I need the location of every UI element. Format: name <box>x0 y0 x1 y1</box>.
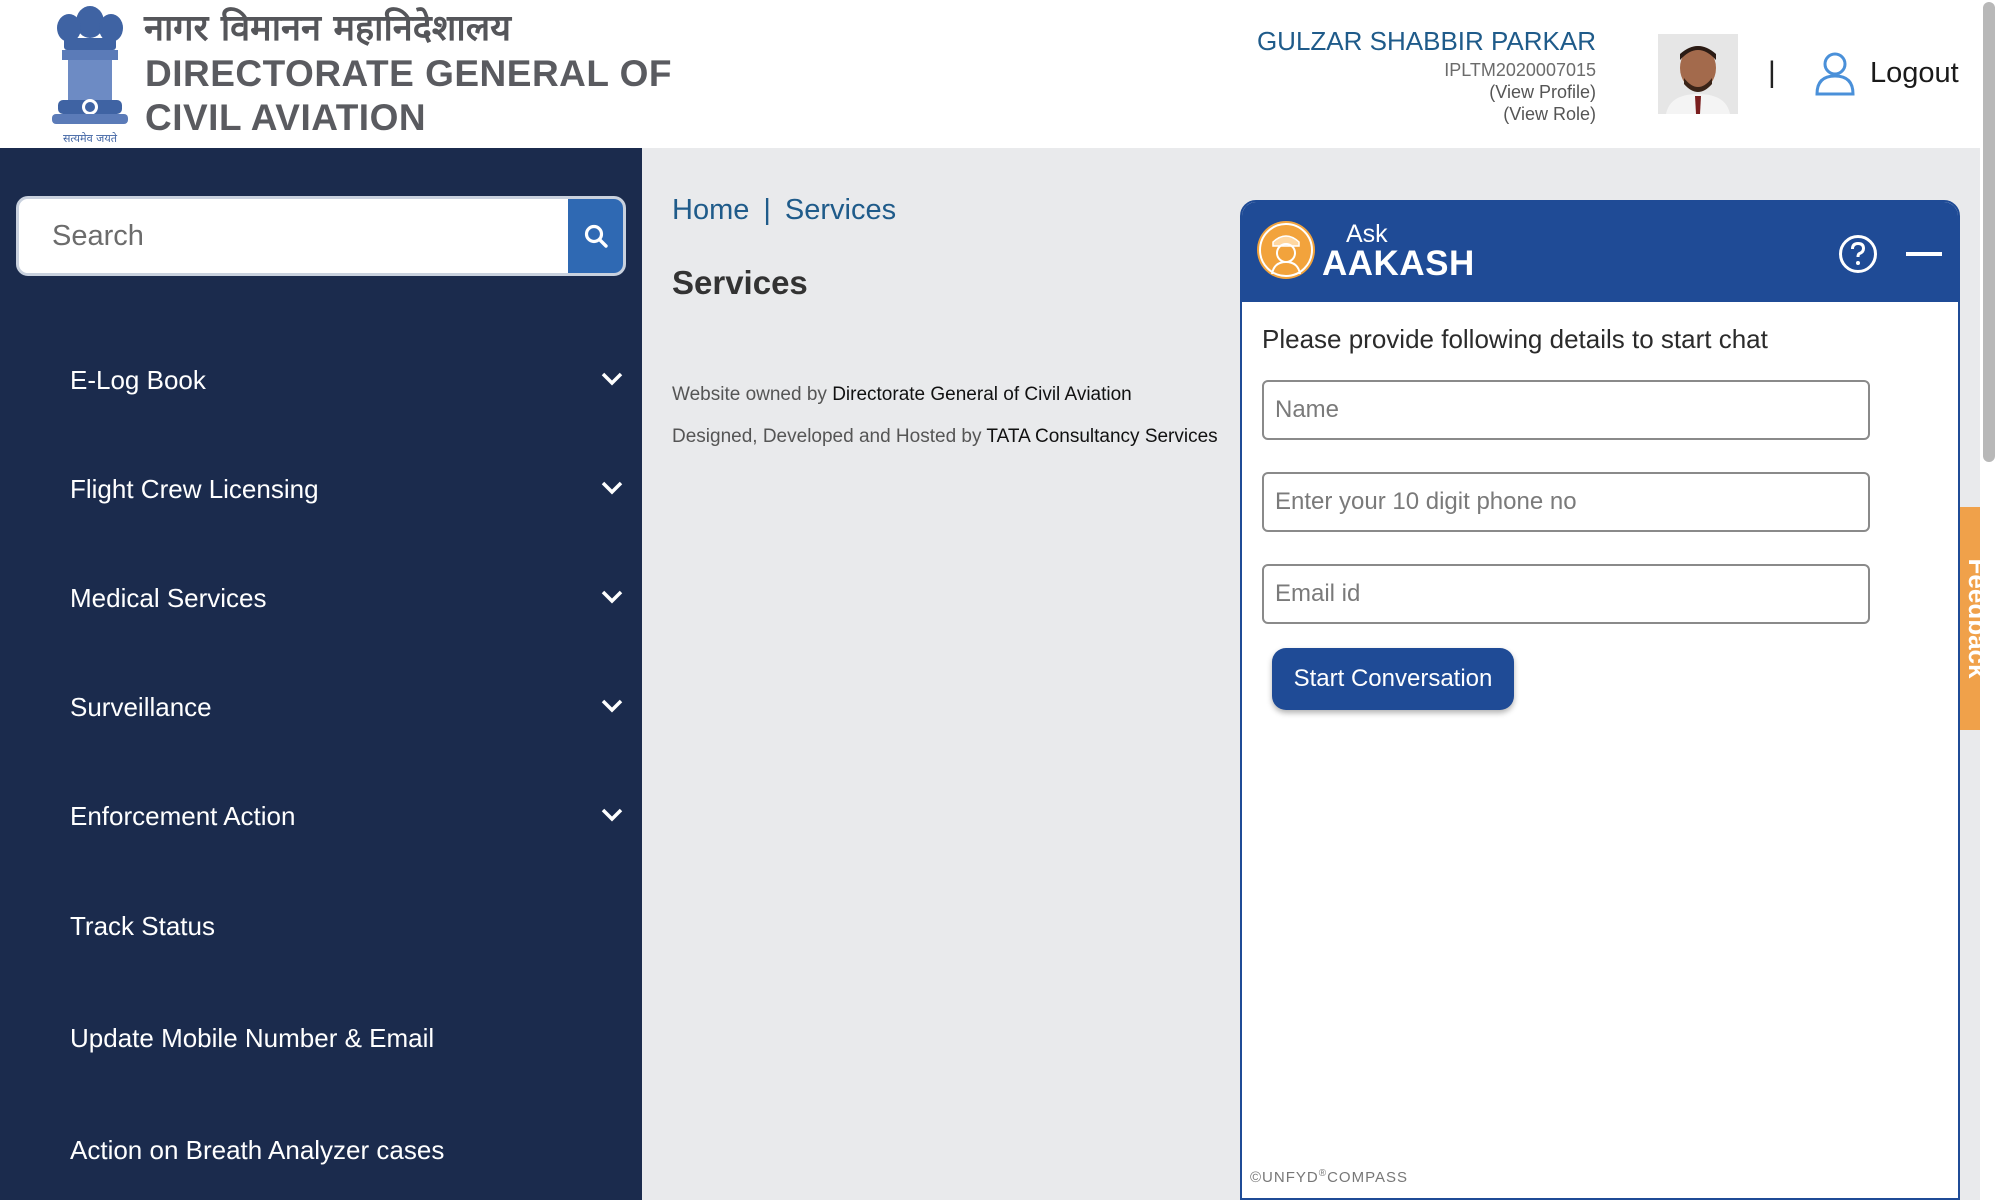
user-info: GULZAR SHABBIR PARKAR IPLTM2020007015 (V… <box>1257 26 1596 125</box>
chat-widget: Ask AAKASH Please provide following deta… <box>1240 200 1960 1200</box>
chevron-down-icon <box>601 808 623 822</box>
breadcrumb: Home | Services <box>672 194 896 227</box>
user-id: IPLTM2020007015 <box>1444 60 1596 80</box>
minimize-button[interactable] <box>1906 252 1942 256</box>
page-title: Services <box>672 264 808 301</box>
start-conversation-button[interactable]: Start Conversation <box>1272 648 1514 710</box>
sidebar-item-breath-analyzer[interactable]: Action on Breath Analyzer cases <box>0 1115 642 1185</box>
view-profile-link[interactable]: (View Profile) <box>1257 82 1596 103</box>
chevron-down-icon <box>601 699 623 713</box>
phone-field[interactable] <box>1262 472 1870 532</box>
email-field[interactable] <box>1262 564 1870 624</box>
sidebar-item-label: Surveillance <box>70 691 212 722</box>
svg-text:सत्यमेव जयते: सत्यमेव जयते <box>63 132 118 145</box>
user-icon <box>1815 52 1855 96</box>
chat-footer-prefix: ©UNFYD <box>1250 1169 1319 1186</box>
sidebar-item-e-log-book[interactable]: E-Log Book <box>0 345 642 415</box>
owned-by-org: Directorate General of Civil Aviation <box>832 384 1132 405</box>
chat-brand-title: AAKASH <box>1322 244 1475 283</box>
sidebar-item-label: Update Mobile Number & Email <box>70 1022 435 1053</box>
user-photo-icon <box>1658 34 1738 114</box>
breadcrumb-separator: | <box>763 194 771 226</box>
hosted-by-org: TATA Consultancy Services <box>986 426 1218 447</box>
chat-header: Ask AAKASH <box>1242 202 1958 302</box>
search-button[interactable] <box>568 199 623 273</box>
title-line-1: DIRECTORATE GENERAL OF <box>145 53 672 94</box>
avatar[interactable] <box>1658 34 1738 114</box>
breadcrumb-home[interactable]: Home <box>672 194 749 227</box>
registered-mark: ® <box>1318 1168 1328 1179</box>
chevron-down-icon <box>601 590 623 604</box>
sidebar-item-label: Track Status <box>70 910 215 941</box>
user-name: GULZAR SHABBIR PARKAR <box>1256 26 1596 56</box>
search-box <box>16 196 626 276</box>
sidebar-item-label: Flight Crew Licensing <box>70 473 319 504</box>
sidebar-item-label: E-Log Book <box>70 364 206 395</box>
sidebar-item-label: Action on Breath Analyzer cases <box>70 1134 445 1165</box>
sidebar-item-medical-services[interactable]: Medical Services <box>0 563 642 633</box>
view-role-link[interactable]: (View Role) <box>1257 104 1596 125</box>
search-icon <box>584 224 608 248</box>
hosted-by-prefix: Designed, Developed and Hosted by <box>672 426 987 447</box>
sidebar-item-update-mobile-email[interactable]: Update Mobile Number & Email <box>0 1003 642 1073</box>
sidebar-item-track-status[interactable]: Track Status <box>0 891 642 961</box>
chat-prompt: Please provide following details to star… <box>1262 324 1768 354</box>
sidebar-item-label: Medical Services <box>70 582 267 613</box>
national-emblem-logo: सत्यमेव जयते <box>52 6 128 145</box>
search-input[interactable] <box>19 199 574 273</box>
sidebar-item-label: Enforcement Action <box>70 800 296 831</box>
sidebar-item-surveillance[interactable]: Surveillance <box>0 672 642 742</box>
title-line-2: CIVIL AVIATION <box>145 97 427 138</box>
pilot-bot-icon <box>1257 221 1315 279</box>
chat-footer-brand: ©UNFYD®COMPASS <box>1250 1168 1408 1186</box>
breadcrumb-services[interactable]: Services <box>785 194 896 227</box>
sidebar-item-enforcement-action[interactable]: Enforcement Action <box>0 781 642 851</box>
english-title: DIRECTORATE GENERAL OF CIVIL AVIATION <box>145 52 672 140</box>
chat-footer-suffix: COMPASS <box>1327 1169 1408 1186</box>
hosted-by-text: Designed, Developed and Hosted by TATA C… <box>672 426 1218 448</box>
site-header: सत्यमेव जयते नागर विमानन महानिदेशालय DIR… <box>0 0 2000 148</box>
name-field[interactable] <box>1262 380 1870 440</box>
owned-by-prefix: Website owned by <box>672 384 833 405</box>
sidebar-item-flight-crew-licensing[interactable]: Flight Crew Licensing <box>0 454 642 524</box>
help-icon[interactable] <box>1838 234 1878 274</box>
chevron-down-icon <box>601 372 623 386</box>
sidebar: E-Log Book Flight Crew Licensing Medical… <box>0 148 642 1200</box>
scrollbar-thumb[interactable] <box>1983 2 1995 462</box>
header-separator: | <box>1768 56 1776 89</box>
logout-label: Logout <box>1870 56 1959 89</box>
owned-by-text: Website owned by Directorate General of … <box>672 384 1132 406</box>
chevron-down-icon <box>601 481 623 495</box>
logout-button[interactable]: Logout <box>1814 50 1959 96</box>
hindi-title: नागर विमानन महानिदेशालय <box>144 7 511 49</box>
